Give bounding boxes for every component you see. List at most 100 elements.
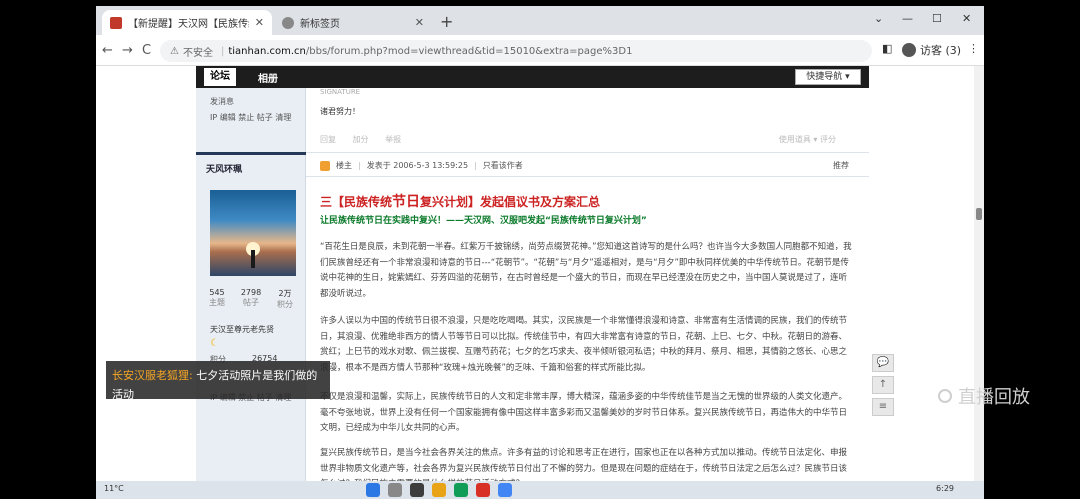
new-tab-button[interactable]: + (440, 12, 453, 31)
admin-links[interactable]: IP 编辑 禁止 帖子 清理 (210, 112, 291, 123)
send-message-link[interactable]: 发消息 (210, 96, 234, 107)
moon-icon: ☾ (210, 338, 219, 349)
thread-title: 三【民族传统节日复兴计划】发起倡议书及方案汇总 (320, 191, 600, 211)
stat-points: 2万 积分 (270, 288, 300, 310)
author-rank: 天汉至尊元老先贤 (210, 325, 274, 334)
reply-action[interactable]: 回复 (320, 135, 336, 144)
app-icon[interactable] (476, 483, 490, 497)
tools-action[interactable]: 使用道具 ▾ 评分 (779, 134, 836, 145)
tab-globe-icon (282, 16, 294, 29)
reload-button[interactable]: C (142, 43, 151, 58)
browser-toolbar: ← → C ⚠ 不安全 | tianhan.com.cn /bbs/forum.… (96, 35, 984, 66)
tab-label: 新标签页 (300, 19, 340, 30)
paragraph: “百花生日是良辰，未到花朝一半春。红紫万千披锦绣，尚劳点缀贺花神。”您知道这首诗… (320, 242, 852, 299)
scroll-thumb[interactable] (976, 208, 982, 220)
stat-value: 545 (209, 288, 225, 297)
back-button[interactable]: ← (102, 43, 113, 58)
nav-forum[interactable]: 论坛 (204, 68, 236, 86)
post-divider (306, 152, 869, 153)
rate-action[interactable]: 加分 (353, 135, 369, 144)
tab-label: 【新提醒】天汉网【民族传统礼... (128, 19, 249, 30)
post-time: 发表于 2006-5-3 13:59:25 (366, 161, 469, 170)
separator: | (358, 161, 361, 170)
start-icon[interactable] (366, 483, 380, 497)
browser-icon[interactable] (454, 483, 468, 497)
previous-post-text: 诸君努力！ (320, 107, 360, 116)
weather-widget[interactable]: 11°C (104, 484, 124, 493)
sidepanel-button[interactable]: ◧ (882, 42, 892, 55)
minimize-button[interactable]: — (902, 12, 913, 25)
close-window-button[interactable]: ✕ (962, 12, 971, 25)
separator: | (474, 161, 477, 170)
omnibox-divider: | (220, 45, 225, 57)
maximize-button[interactable]: ☐ (932, 12, 942, 25)
forum-header-bar: 论坛 相册 快捷导航 ▾ (196, 66, 869, 88)
avatar-figure (251, 250, 255, 268)
stat-label: 主题 (209, 298, 225, 307)
paragraph: 不仅是浪漫和温馨，实际上，民族传统节日的人文和定非常丰厚，博大精深，蕴涵多姿的中… (320, 392, 848, 433)
nav-album[interactable]: 相册 (258, 70, 278, 85)
report-action[interactable]: 举报 (385, 135, 401, 144)
url-host: tianhan.com.cn (228, 45, 306, 57)
title-part: 复兴计划】发起倡议书及方案汇总 (420, 195, 601, 209)
stat-value: 2798 (240, 288, 262, 297)
stat-value: 2万 (278, 289, 292, 298)
author-avatar[interactable] (210, 190, 296, 276)
author-sidebar: 发消息 IP 编辑 禁止 帖子 清理 天风环珮 545 主题 2798 帖子 2 (196, 88, 306, 481)
chrome-icon[interactable] (498, 483, 512, 497)
post-actions: 回复 加分 举报 使用道具 ▾ 评分 (320, 134, 850, 145)
comment-username: 长安汉服老狐狸: (112, 369, 193, 382)
tab-search-icon[interactable]: ⌄ (874, 12, 883, 25)
recommend-button[interactable]: 推荐 (833, 160, 849, 171)
tab-bar: 【新提醒】天汉网【民族传统礼... ✕ 新标签页 ✕ + ⌄ — ☐ ✕ (96, 6, 984, 35)
stat-posts: 2798 帖子 (236, 288, 266, 308)
title-emphasis: 节日 (392, 194, 421, 210)
author-name[interactable]: 天风环珮 (206, 162, 242, 175)
os-taskbar: 11°C 6:29 (96, 481, 984, 499)
page-scrollbar[interactable] (974, 66, 984, 481)
sidepanel-icon: ◧ (882, 42, 893, 55)
thread-subtitle: 让民族传统节日在实践中复兴！——天汉网、汉服吧发起“民族传统节日复兴计划” (320, 216, 647, 226)
watermark-text: 直播回放 (958, 387, 1030, 408)
taskview-icon[interactable] (410, 483, 424, 497)
clock: 6:29 (936, 484, 954, 493)
signature-label: SIGNATURE (320, 88, 361, 96)
thread-content: SIGNATURE 诸君努力！ 回复 加分 举报 使用道具 ▾ 评分 楼主 | … (306, 88, 869, 481)
tab-tianhan[interactable]: 【新提醒】天汉网【民族传统礼... ✕ (102, 10, 272, 35)
profile-label: 访客 (3) (920, 44, 962, 57)
address-bar[interactable]: ⚠ 不安全 | tianhan.com.cn /bbs/forum.php?mo… (160, 40, 872, 62)
page-viewport: 论坛 相册 快捷导航 ▾ 发消息 IP 编辑 禁止 帖子 清理 天风环珮 545… (96, 66, 984, 481)
post-divider (306, 176, 869, 177)
post-header: 楼主 | 发表于 2006-5-3 13:59:25 | 只看该作者 (320, 160, 523, 171)
op-badge: 楼主 (336, 161, 352, 170)
sidebar-divider (196, 152, 306, 155)
forward-button[interactable]: → (122, 43, 133, 58)
profile-button[interactable]: 访客 (3) (902, 42, 961, 58)
warning-icon: ⚠ (170, 45, 179, 57)
quick-nav-dropdown[interactable]: 快捷导航 ▾ (795, 69, 861, 85)
list-button[interactable]: ≡ (872, 398, 894, 416)
only-author-link[interactable]: 只看该作者 (483, 160, 523, 171)
replay-watermark: 直播回放 (938, 383, 1030, 409)
security-label[interactable]: 不安全 (183, 44, 213, 59)
profile-avatar-icon (902, 43, 916, 57)
tab-new-tab[interactable]: 新标签页 ✕ (274, 10, 432, 35)
tab-close-icon[interactable]: ✕ (415, 16, 424, 29)
menu-button[interactable]: ⋮ (968, 42, 979, 55)
stat-label: 积分 (277, 300, 293, 309)
op-icon (320, 160, 330, 171)
tab-close-icon[interactable]: ✕ (255, 16, 264, 29)
comment-float-button[interactable]: 💬 (872, 354, 894, 372)
replay-icon (938, 389, 952, 403)
back-to-top-button[interactable]: ↑ (872, 376, 894, 394)
live-comment-overlay: 长安汉服老狐狸: 七夕活动照片是我们做的活动 (106, 361, 330, 401)
browser-window: 【新提醒】天汉网【民族传统礼... ✕ 新标签页 ✕ + ⌄ — ☐ ✕ ← →… (96, 6, 984, 481)
tab-favicon-icon (110, 16, 122, 29)
stat-label: 帖子 (243, 298, 259, 307)
title-part: 三【民族传统 (320, 195, 393, 209)
paragraph: 复兴民族传统节日，是当今社会各界关注的焦点。许多有益的讨论和思考正在进行，国家也… (320, 448, 848, 481)
url-path: /bbs/forum.php?mod=viewthread&tid=15010&… (305, 45, 633, 57)
live-replay-stage: 【新提醒】天汉网【民族传统礼... ✕ 新标签页 ✕ + ⌄ — ☐ ✕ ← →… (0, 0, 1080, 499)
search-icon[interactable] (388, 483, 402, 497)
explorer-icon[interactable] (432, 483, 446, 497)
